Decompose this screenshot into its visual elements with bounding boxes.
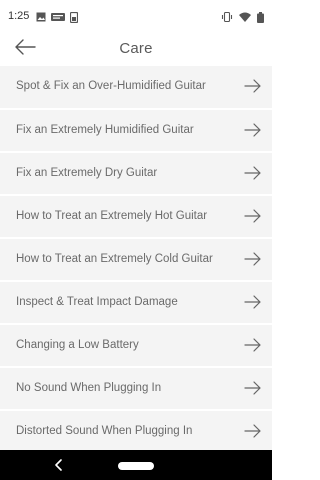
item-label: How to Treat an Extremely Hot Guitar xyxy=(16,210,208,222)
arrow-right-icon xyxy=(244,338,261,352)
nav-back-icon[interactable] xyxy=(54,459,64,471)
status-right-icons xyxy=(221,11,264,23)
battery-icon xyxy=(257,11,264,23)
list-item[interactable]: No Sound When Plugging In xyxy=(0,368,272,411)
list-item[interactable]: Fix an Extremely Dry Guitar xyxy=(0,153,272,196)
status-bar: 1:25 xyxy=(0,0,272,34)
item-label: No Sound When Plugging In xyxy=(16,382,162,394)
arrow-right-icon xyxy=(244,166,261,180)
wifi-icon xyxy=(239,12,251,22)
system-nav-bar xyxy=(0,450,272,480)
arrow-right-icon xyxy=(244,209,261,223)
item-label: Spot & Fix an Over-Humidified Guitar xyxy=(16,80,206,92)
page-title: Care xyxy=(119,40,153,57)
image-icon xyxy=(36,12,46,22)
arrow-right-icon xyxy=(244,424,261,438)
item-label: Distorted Sound When Plugging In xyxy=(16,425,193,437)
list-item[interactable]: Distorted Sound When Plugging In xyxy=(0,411,272,454)
list-item[interactable]: Fix an Extremely Humidified Guitar xyxy=(0,110,272,153)
status-left-icons xyxy=(36,11,78,23)
item-label: Fix an Extremely Dry Guitar xyxy=(16,167,158,179)
nav-home-pill[interactable] xyxy=(118,462,154,470)
item-label: How to Treat an Extremely Cold Guitar xyxy=(16,253,213,265)
vibrate-icon xyxy=(221,12,233,22)
arrow-right-icon xyxy=(244,295,261,309)
care-list: Spot & Fix an Over-Humidified Guitar Fix… xyxy=(0,66,272,454)
item-label: Changing a Low Battery xyxy=(16,339,139,351)
arrow-right-icon xyxy=(244,123,261,137)
status-time: 1:25 xyxy=(8,10,30,22)
list-item[interactable]: Changing a Low Battery xyxy=(0,325,272,368)
list-item[interactable]: Spot & Fix an Over-Humidified Guitar xyxy=(0,66,272,110)
list-item[interactable]: Inspect & Treat Impact Damage xyxy=(0,282,272,325)
arrow-right-icon xyxy=(244,381,261,395)
style-icon xyxy=(51,13,65,21)
arrow-right-icon xyxy=(244,79,261,93)
item-label: Inspect & Treat Impact Damage xyxy=(16,296,178,308)
list-item[interactable]: How to Treat an Extremely Cold Guitar xyxy=(0,239,272,282)
list-item[interactable]: How to Treat an Extremely Hot Guitar xyxy=(0,196,272,239)
sim-icon xyxy=(70,11,78,23)
app-bar: Care xyxy=(0,34,272,66)
item-label: Fix an Extremely Humidified Guitar xyxy=(16,124,194,136)
arrow-right-icon xyxy=(244,252,261,266)
